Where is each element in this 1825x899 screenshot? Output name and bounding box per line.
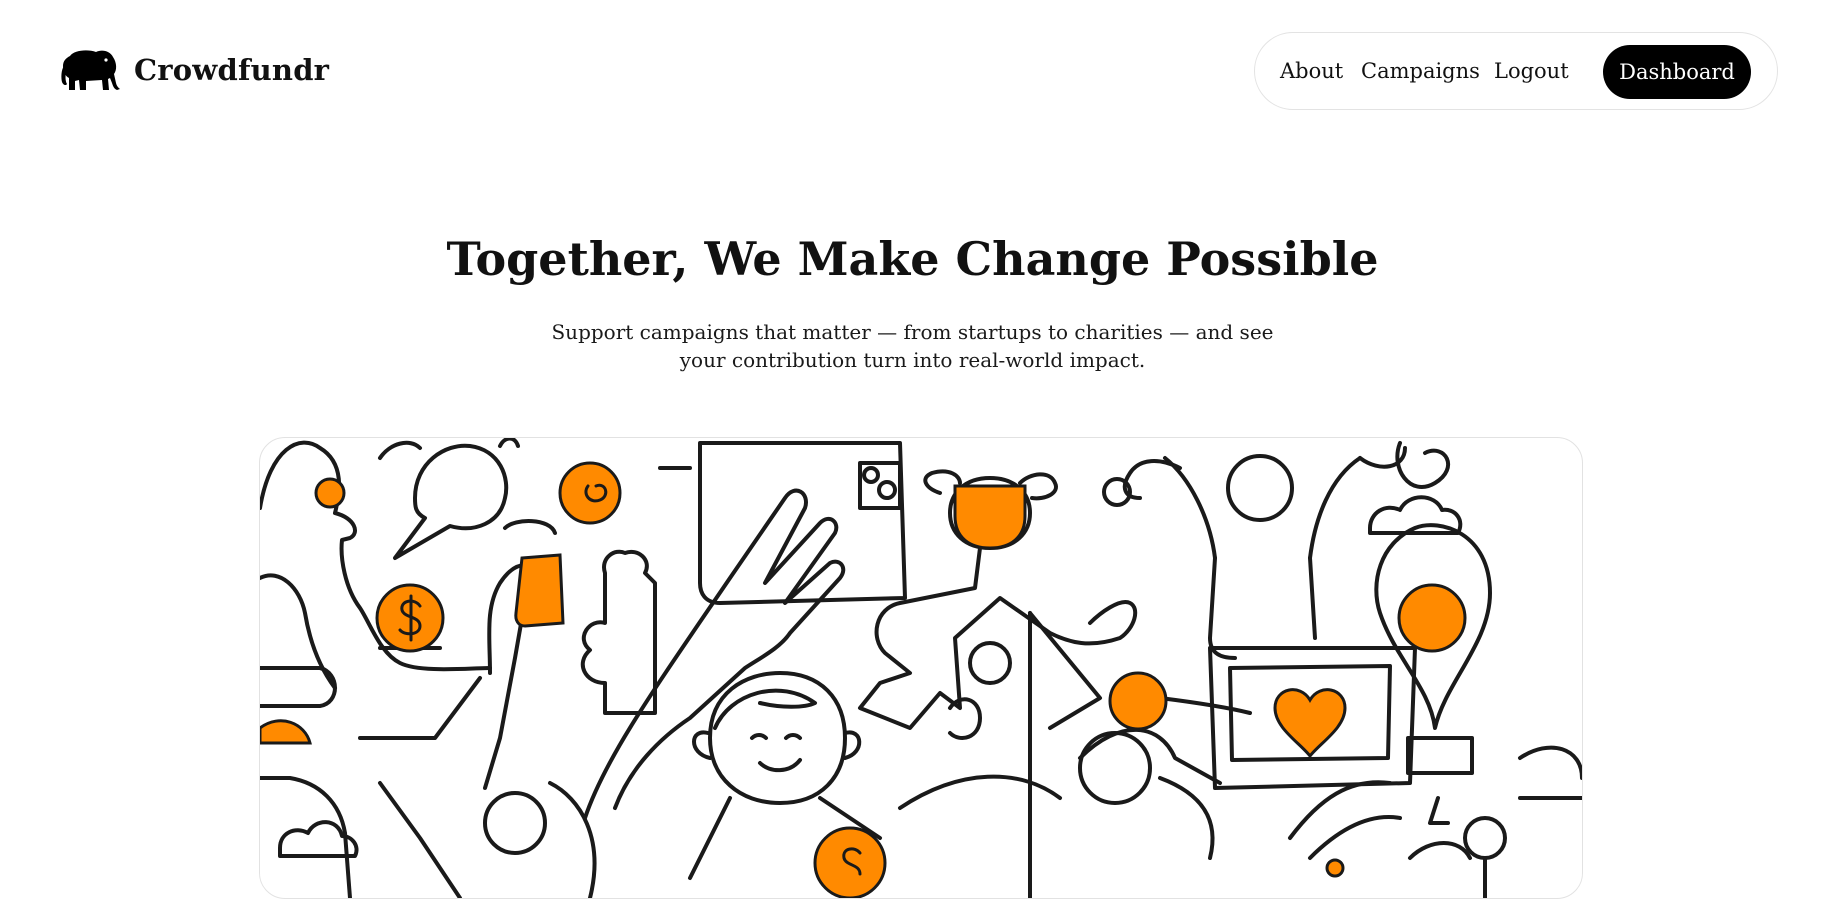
line-art-illustration: [260, 438, 1582, 898]
dashboard-button[interactable]: Dashboard: [1603, 45, 1751, 99]
nav-campaigns-link[interactable]: Campaigns: [1361, 59, 1480, 83]
brand-name: Crowdfundr: [134, 53, 330, 87]
main-nav: About Campaigns Logout Dashboard: [1254, 32, 1778, 110]
hero-illustration: [259, 437, 1583, 899]
hero-subtitle: Support campaigns that matter — from sta…: [551, 320, 1274, 372]
site-header: Crowdfundr About Campaigns Logout Dashbo…: [0, 0, 1825, 145]
nav-about-link[interactable]: About: [1280, 59, 1343, 83]
elephant-icon: [61, 50, 120, 90]
brand[interactable]: Crowdfundr: [60, 48, 329, 92]
nav-logout-link[interactable]: Logout: [1494, 59, 1569, 83]
hero-title: Together, We Make Change Possible: [446, 232, 1379, 286]
